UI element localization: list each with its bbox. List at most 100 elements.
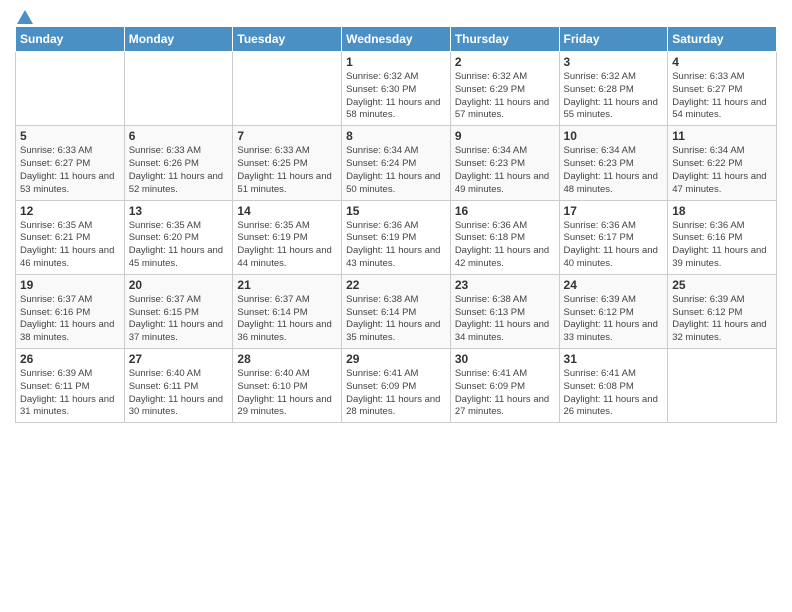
calendar-cell: 9Sunrise: 6:34 AM Sunset: 6:23 PM Daylig… — [450, 126, 559, 200]
weekday-header-sunday: Sunday — [16, 27, 125, 52]
calendar-cell — [233, 52, 342, 126]
calendar-cell — [124, 52, 233, 126]
calendar-cell: 25 Sunrise: 6:39 AM Sunset: 6:12 PM Dayli… — [668, 274, 777, 348]
day-info: Sunrise: 6:37 AM Sunset: 6:15 PM Dayligh… — [129, 294, 229, 345]
calendar-cell: 21 Sunrise: 6:37 AM Sunset: 6:14 PM Dayli… — [233, 274, 342, 348]
day-info: Sunrise: 6:34 AM Sunset: 6:23 PM Dayligh… — [455, 145, 555, 196]
day-number: 29 — [346, 352, 446, 366]
day-number: 13 — [129, 204, 229, 218]
weekday-header-thursday: Thursday — [450, 27, 559, 52]
day-number: 19 — [20, 278, 120, 292]
calendar-cell: 7Sunrise: 6:33 AM Sunset: 6:25 PM Daylig… — [233, 126, 342, 200]
calendar-cell: 18Sunrise: 6:36 AM Sunset: 6:16 PM Dayli… — [668, 200, 777, 274]
day-number: 8 — [346, 129, 446, 143]
calendar-cell: 8 Sunrise: 6:34 AM Sunset: 6:24 PM Daylig… — [342, 126, 451, 200]
weekday-header-saturday: Saturday — [668, 27, 777, 52]
day-info: Sunrise: 6:32 AM Sunset: 6:29 PM Dayligh… — [455, 71, 555, 122]
calendar-cell: 24 Sunrise: 6:39 AM Sunset: 6:12 PM Dayli… — [559, 274, 668, 348]
week-row-2: 5Sunrise: 6:33 AM Sunset: 6:27 PM Daylig… — [16, 126, 777, 200]
day-number: 16 — [455, 204, 555, 218]
day-info: Sunrise: 6:33 AM Sunset: 6:25 PM Dayligh… — [237, 145, 337, 196]
week-row-4: 19 Sunrise: 6:37 AM Sunset: 6:16 PM Dayli… — [16, 274, 777, 348]
calendar-cell: 29 Sunrise: 6:41 AM Sunset: 6:09 PM Dayli… — [342, 349, 451, 423]
calendar-cell — [668, 349, 777, 423]
day-number: 17 — [564, 204, 664, 218]
day-info: Sunrise: 6:36 AM Sunset: 6:17 PM Dayligh… — [564, 220, 664, 271]
day-number: 1 — [346, 55, 446, 69]
day-number: 20 — [129, 278, 229, 292]
day-info: Sunrise: 6:40 AM Sunset: 6:11 PM Dayligh… — [129, 368, 229, 419]
calendar-cell: 13 Sunrise: 6:35 AM Sunset: 6:20 PM Dayli… — [124, 200, 233, 274]
day-info: Sunrise: 6:39 AM Sunset: 6:12 PM Dayligh… — [564, 294, 664, 345]
day-number: 2 — [455, 55, 555, 69]
calendar-cell: 10 Sunrise: 6:34 AM Sunset: 6:23 PM Dayli… — [559, 126, 668, 200]
day-number: 30 — [455, 352, 555, 366]
day-info: Sunrise: 6:35 AM Sunset: 6:21 PM Dayligh… — [20, 220, 120, 271]
calendar-cell: 3 Sunrise: 6:32 AM Sunset: 6:28 PM Daylig… — [559, 52, 668, 126]
calendar-cell: 15 Sunrise: 6:36 AM Sunset: 6:19 PM Dayli… — [342, 200, 451, 274]
day-info: Sunrise: 6:36 AM Sunset: 6:16 PM Dayligh… — [672, 220, 772, 271]
calendar-cell: 11 Sunrise: 6:34 AM Sunset: 6:22 PM Dayli… — [668, 126, 777, 200]
day-info: Sunrise: 6:35 AM Sunset: 6:20 PM Dayligh… — [129, 220, 229, 271]
calendar-cell: 16 Sunrise: 6:36 AM Sunset: 6:18 PM Dayli… — [450, 200, 559, 274]
calendar-cell: 30 Sunrise: 6:41 AM Sunset: 6:09 PM Dayli… — [450, 349, 559, 423]
calendar-cell: 31 Sunrise: 6:41 AM Sunset: 6:08 PM Dayli… — [559, 349, 668, 423]
weekday-header-friday: Friday — [559, 27, 668, 52]
calendar-cell: 23 Sunrise: 6:38 AM Sunset: 6:13 PM Dayli… — [450, 274, 559, 348]
day-info: Sunrise: 6:36 AM Sunset: 6:19 PM Dayligh… — [346, 220, 446, 271]
weekday-header-wednesday: Wednesday — [342, 27, 451, 52]
day-number: 11 — [672, 129, 772, 143]
week-row-1: 1 Sunrise: 6:32 AM Sunset: 6:30 PM Daylig… — [16, 52, 777, 126]
calendar: SundayMondayTuesdayWednesdayThursdayFrid… — [15, 26, 777, 423]
calendar-cell: 2 Sunrise: 6:32 AM Sunset: 6:29 PM Daylig… — [450, 52, 559, 126]
calendar-cell — [16, 52, 125, 126]
day-number: 31 — [564, 352, 664, 366]
day-info: Sunrise: 6:37 AM Sunset: 6:14 PM Dayligh… — [237, 294, 337, 345]
day-info: Sunrise: 6:38 AM Sunset: 6:14 PM Dayligh… — [346, 294, 446, 345]
day-number: 27 — [129, 352, 229, 366]
day-info: Sunrise: 6:33 AM Sunset: 6:27 PM Dayligh… — [672, 71, 772, 122]
day-number: 21 — [237, 278, 337, 292]
calendar-cell: 17 Sunrise: 6:36 AM Sunset: 6:17 PM Dayli… — [559, 200, 668, 274]
day-info: Sunrise: 6:34 AM Sunset: 6:23 PM Dayligh… — [564, 145, 664, 196]
day-number: 3 — [564, 55, 664, 69]
day-info: Sunrise: 6:32 AM Sunset: 6:30 PM Dayligh… — [346, 71, 446, 122]
day-number: 15 — [346, 204, 446, 218]
day-number: 12 — [20, 204, 120, 218]
day-number: 22 — [346, 278, 446, 292]
day-info: Sunrise: 6:33 AM Sunset: 6:26 PM Dayligh… — [129, 145, 229, 196]
weekday-header-monday: Monday — [124, 27, 233, 52]
weekday-header-row: SundayMondayTuesdayWednesdayThursdayFrid… — [16, 27, 777, 52]
logo-triangle-icon — [17, 10, 33, 24]
calendar-cell: 20 Sunrise: 6:37 AM Sunset: 6:15 PM Dayli… — [124, 274, 233, 348]
day-info: Sunrise: 6:38 AM Sunset: 6:13 PM Dayligh… — [455, 294, 555, 345]
day-info: Sunrise: 6:35 AM Sunset: 6:19 PM Dayligh… — [237, 220, 337, 271]
logo-text — [15, 10, 33, 26]
day-info: Sunrise: 6:33 AM Sunset: 6:27 PM Dayligh… — [20, 145, 120, 196]
calendar-cell: 22 Sunrise: 6:38 AM Sunset: 6:14 PM Dayli… — [342, 274, 451, 348]
day-info: Sunrise: 6:39 AM Sunset: 6:12 PM Dayligh… — [672, 294, 772, 345]
day-number: 25 — [672, 278, 772, 292]
day-info: Sunrise: 6:40 AM Sunset: 6:10 PM Dayligh… — [237, 368, 337, 419]
day-info: Sunrise: 6:32 AM Sunset: 6:28 PM Dayligh… — [564, 71, 664, 122]
day-info: Sunrise: 6:34 AM Sunset: 6:24 PM Dayligh… — [346, 145, 446, 196]
day-info: Sunrise: 6:34 AM Sunset: 6:22 PM Dayligh… — [672, 145, 772, 196]
day-number: 23 — [455, 278, 555, 292]
day-number: 6 — [129, 129, 229, 143]
calendar-cell: 6 Sunrise: 6:33 AM Sunset: 6:26 PM Daylig… — [124, 126, 233, 200]
day-number: 4 — [672, 55, 772, 69]
calendar-cell: 19 Sunrise: 6:37 AM Sunset: 6:16 PM Dayli… — [16, 274, 125, 348]
day-info: Sunrise: 6:41 AM Sunset: 6:08 PM Dayligh… — [564, 368, 664, 419]
calendar-cell: 27 Sunrise: 6:40 AM Sunset: 6:11 PM Dayli… — [124, 349, 233, 423]
calendar-cell: 1 Sunrise: 6:32 AM Sunset: 6:30 PM Daylig… — [342, 52, 451, 126]
day-info: Sunrise: 6:39 AM Sunset: 6:11 PM Dayligh… — [20, 368, 120, 419]
day-info: Sunrise: 6:41 AM Sunset: 6:09 PM Dayligh… — [346, 368, 446, 419]
week-row-5: 26Sunrise: 6:39 AM Sunset: 6:11 PM Dayli… — [16, 349, 777, 423]
header — [15, 10, 777, 22]
day-info: Sunrise: 6:37 AM Sunset: 6:16 PM Dayligh… — [20, 294, 120, 345]
day-info: Sunrise: 6:36 AM Sunset: 6:18 PM Dayligh… — [455, 220, 555, 271]
day-number: 10 — [564, 129, 664, 143]
day-info: Sunrise: 6:41 AM Sunset: 6:09 PM Dayligh… — [455, 368, 555, 419]
calendar-cell: 5Sunrise: 6:33 AM Sunset: 6:27 PM Daylig… — [16, 126, 125, 200]
day-number: 24 — [564, 278, 664, 292]
